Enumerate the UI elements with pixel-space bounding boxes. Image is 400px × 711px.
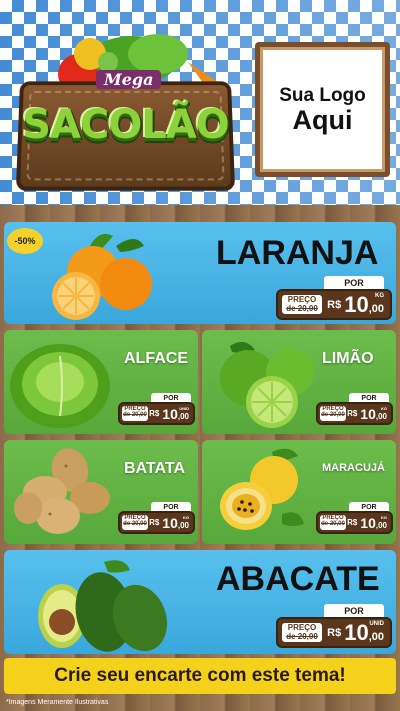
logo-line-2: Aqui <box>292 105 353 135</box>
brand-mega-text: Mega <box>96 70 162 89</box>
disclaimer-text: *Imagens Meramente Ilustrativas <box>6 699 109 706</box>
lime-icon <box>220 341 314 428</box>
price-tag-limao: POR PREÇO de 20,00 R$ 10,00 KG <box>316 393 393 425</box>
price-tag-laranja: POR PREÇO de 20,00 R$ 10,00 KG <box>276 276 392 320</box>
price-tag-batata: POR PREÇO de 20,00 R$ 10,00 KG <box>118 502 195 534</box>
discount-badge: -50% <box>7 228 43 254</box>
logo-line-1: Sua Logo <box>279 85 366 106</box>
cta-banner[interactable]: Crie seu encarte com este tema! <box>4 658 396 694</box>
orange-icon <box>52 233 152 320</box>
brand-logo: Mega SACOLÃO <box>15 32 236 192</box>
avocado-icon <box>38 560 168 652</box>
product-name-abacate: ABACATE <box>216 560 380 598</box>
passion-fruit-icon <box>220 448 304 530</box>
price-tag-maracuja: POR PREÇO de 20,00 R$ 10,00 KG <box>316 502 393 534</box>
product-name-maracuja: MARACUJÁ <box>322 462 385 474</box>
price-tag-alface: POR PREÇO de 20,00 R$ 10,00 UNID <box>118 393 195 425</box>
price-tag-abacate: POR PREÇO de 20,00 R$ 10,00 UNID <box>276 604 392 648</box>
brand-name: SACOLÃO <box>22 102 230 148</box>
product-name-laranja: LARANJA <box>216 234 379 272</box>
product-name-alface: ALFACE <box>124 350 188 367</box>
logo-placeholder[interactable]: Sua Logo Aqui <box>255 42 390 177</box>
lettuce-icon <box>10 344 110 428</box>
product-name-limao: LIMÃO <box>322 350 374 367</box>
potato-icon <box>14 448 110 534</box>
product-name-batata: BATATA <box>124 460 186 477</box>
